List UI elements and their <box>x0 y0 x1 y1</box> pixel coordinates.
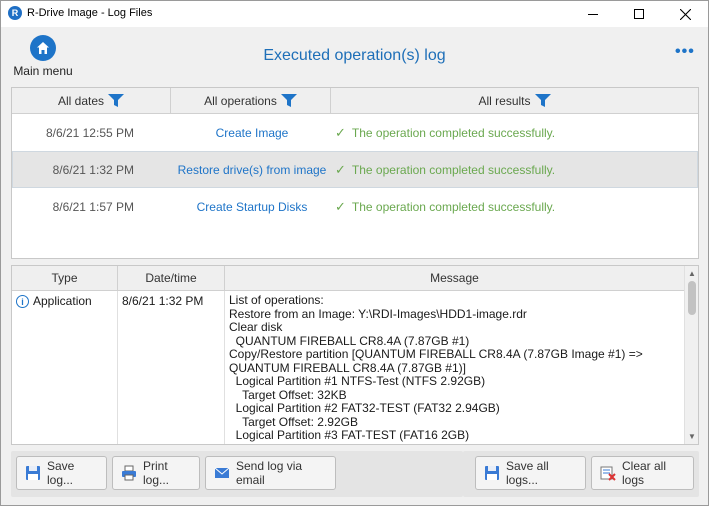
operation-result: ✓ The operation completed successfully. <box>332 199 697 215</box>
page-title: Executed operation(s) log <box>263 47 446 64</box>
printer-icon <box>122 465 136 481</box>
operation-date: 8/6/21 1:57 PM <box>52 199 134 214</box>
minimize-icon <box>588 13 598 15</box>
filter-icon <box>280 93 297 107</box>
more-options-button[interactable]: ••• <box>675 44 695 63</box>
send-email-button[interactable]: Send log via email <box>205 456 336 490</box>
clear-logs-icon <box>600 466 616 481</box>
operation-name: Create Startup Disks <box>196 199 308 214</box>
send-email-label: Send log via email <box>236 459 303 487</box>
operation-row-selected[interactable]: 8/6/21 1:32 PM Restore drive(s) from ima… <box>12 151 698 188</box>
column-type[interactable]: Type <box>12 266 118 290</box>
log-message: List of operations: Restore from an Imag… <box>225 291 685 444</box>
message-line: Target Offset: 2.92GB <box>229 414 358 429</box>
email-icon <box>214 467 230 478</box>
column-message[interactable]: Message <box>225 266 685 290</box>
print-log-label: Print log... <box>143 459 170 487</box>
operation-result-text: The operation completed successfully. <box>351 125 556 140</box>
result-filter-label: All results <box>478 93 531 108</box>
check-icon: ✓ <box>335 161 346 177</box>
log-entry-row[interactable]: i Application 8/6/21 1:32 PM List of ope… <box>12 291 698 444</box>
operation-filter-label: All operations <box>204 93 277 108</box>
message-line: List of operations: <box>229 293 324 307</box>
message-line: Restore from an Image: Y:\RDI-Images\HDD… <box>229 306 527 321</box>
window-title: R-Drive Image - Log Files <box>27 7 153 19</box>
scroll-up-icon[interactable]: ▲ <box>688 269 696 278</box>
log-datetime: 8/6/21 1:32 PM <box>118 291 225 444</box>
operations-list: All dates All operations All results 8/6… <box>11 87 699 259</box>
message-line: Logical Partition #2 FAT32-TEST (FAT32 2… <box>229 401 500 415</box>
result-filter[interactable]: All results <box>331 88 698 113</box>
operation-filter[interactable]: All operations <box>171 88 331 113</box>
maximize-icon <box>634 9 644 19</box>
operation-date: 8/6/21 1:32 PM <box>52 162 134 177</box>
message-line: Target Offset: 32KB <box>229 387 347 402</box>
column-datetime[interactable]: Date/time <box>118 266 225 290</box>
operation-result-text: The operation completed successfully. <box>351 162 556 177</box>
operation-result-text: The operation completed successfully. <box>351 199 556 214</box>
close-button[interactable] <box>662 1 708 27</box>
message-line: Copy/Restore partition [QUANTUM FIREBALL… <box>229 347 643 361</box>
scroll-down-icon[interactable]: ▼ <box>688 432 696 441</box>
print-log-button[interactable]: Print log... <box>112 456 200 490</box>
operation-row[interactable]: 8/6/21 1:57 PM Create Startup Disks ✓ Th… <box>12 188 698 225</box>
maximize-button[interactable] <box>616 1 662 27</box>
check-icon: ✓ <box>335 198 346 214</box>
operation-date: 8/6/21 12:55 PM <box>45 125 134 140</box>
log-table: Type Date/time Message i Application 8/6… <box>11 265 699 445</box>
filter-icon <box>108 93 125 107</box>
filter-icon <box>534 93 551 107</box>
filter-bar: All dates All operations All results <box>12 88 698 114</box>
clear-all-logs-button[interactable]: Clear all logs <box>591 456 694 490</box>
app-icon: R <box>8 6 22 20</box>
operation-name: Create Image <box>215 125 289 140</box>
message-line: Logical Partition #3 FAT-TEST (FAT16 2GB… <box>229 428 470 442</box>
header: Main menu Executed operation(s) log ••• <box>1 27 708 85</box>
info-icon: i <box>16 295 29 308</box>
message-line: Logical Partition #1 NTFS-Test (NTFS 2.9… <box>229 374 486 388</box>
log-type: Application <box>33 294 92 308</box>
main-menu-label: Main menu <box>13 64 73 78</box>
save-all-icon <box>485 466 499 480</box>
operation-result: ✓ The operation completed successfully. <box>332 125 697 141</box>
clear-all-logs-label: Clear all logs <box>622 459 667 487</box>
save-log-label: Save log... <box>47 459 75 487</box>
log-type-cell: i Application <box>12 291 118 444</box>
message-line: QUANTUM FIREBALL CR8.4A (7.87GB #1) <box>229 333 470 348</box>
operation-result: ✓ The operation completed successfully. <box>332 162 697 178</box>
date-filter[interactable]: All dates <box>12 88 171 113</box>
save-log-button[interactable]: Save log... <box>16 456 107 490</box>
close-icon <box>679 8 691 20</box>
title-bar: R R-Drive Image - Log Files <box>1 1 708 27</box>
operation-name: Restore drive(s) from image <box>177 162 327 177</box>
message-line: QUANTUM FIREBALL CR8.4A (7.87GB #1)] <box>229 360 466 375</box>
message-line: Clear disk <box>229 320 283 334</box>
save-all-logs-label: Save all logs... <box>506 459 549 487</box>
date-filter-label: All dates <box>57 93 105 108</box>
minimize-button[interactable] <box>570 1 616 27</box>
log-files-window: R R-Drive Image - Log Files Main menu Ex… <box>0 0 709 506</box>
save-all-logs-button[interactable]: Save all logs... <box>475 456 586 490</box>
check-icon: ✓ <box>335 124 346 140</box>
operation-row[interactable]: 8/6/21 12:55 PM Create Image ✓ The opera… <box>12 114 698 151</box>
vertical-scrollbar[interactable]: ▲ ▼ <box>684 266 698 444</box>
save-icon <box>26 466 40 480</box>
scrollbar-thumb[interactable] <box>688 281 696 315</box>
log-table-header: Type Date/time Message <box>12 266 698 291</box>
